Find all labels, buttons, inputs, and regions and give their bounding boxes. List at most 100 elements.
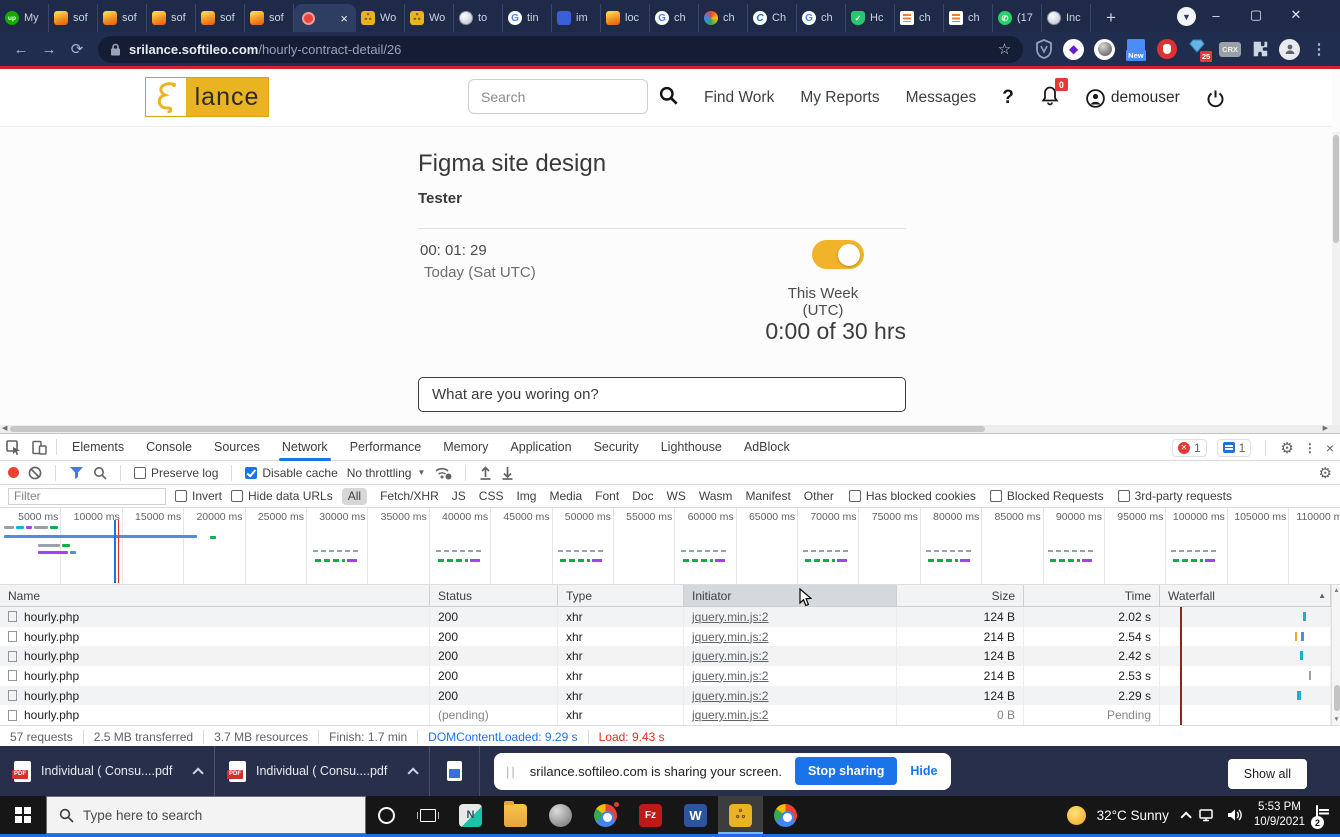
extensions-puzzle-icon[interactable] — [1251, 40, 1269, 58]
weather-text[interactable]: 32°C Sunny — [1097, 808, 1169, 823]
browser-tab[interactable]: ஃWo — [356, 4, 405, 32]
initiator-link[interactable]: jquery.min.js:2 — [692, 708, 768, 722]
devtools-tab-sources[interactable]: Sources — [203, 434, 271, 461]
window-close-button[interactable]: ✕ — [1276, 0, 1316, 30]
gem-extension-icon[interactable]: 25 — [1187, 38, 1209, 60]
request-type-wasm[interactable]: Wasm — [699, 489, 733, 503]
request-type-ws[interactable]: WS — [667, 489, 686, 503]
task-view-button[interactable] — [407, 796, 448, 834]
pdf-window-chip-1[interactable]: PDF Individual ( Consu....pdf — [0, 746, 215, 796]
taskbar-clock[interactable]: 5:53 PM10/9/2021 — [1254, 800, 1305, 830]
site-search-input[interactable] — [468, 79, 648, 114]
volume-tray-icon[interactable] — [1227, 808, 1243, 822]
scrollbar-thumb[interactable] — [1333, 135, 1339, 243]
task-description-input[interactable] — [418, 377, 906, 412]
throttling-select[interactable]: No throttling▼ — [347, 466, 426, 480]
back-button[interactable]: ← — [8, 36, 34, 62]
help-icon[interactable]: ? — [1002, 87, 1014, 109]
taskbar-app-chrome-alt[interactable] — [763, 796, 808, 834]
filter-icon[interactable] — [69, 466, 84, 479]
export-har-icon[interactable] — [501, 466, 514, 480]
table-row[interactable]: hourly.php200xhrjquery.min.js:2214 B2.53… — [0, 666, 1331, 686]
request-type-font[interactable]: Font — [595, 489, 619, 503]
devtools-close-icon[interactable]: × — [1326, 440, 1334, 456]
new-badge-extension-icon[interactable]: New — [1125, 38, 1147, 60]
table-row[interactable]: hourly.php(pending)xhrjquery.min.js:20 B… — [0, 705, 1331, 725]
crx-extension-icon[interactable]: CRX — [1219, 42, 1241, 57]
column-header-initiator[interactable]: Initiator — [684, 585, 897, 606]
network-conditions-icon[interactable] — [434, 466, 452, 480]
hidden-icons-chevron[interactable] — [1180, 811, 1191, 822]
import-har-icon[interactable] — [479, 466, 492, 480]
browser-tab[interactable]: sof — [49, 4, 98, 32]
address-bar[interactable]: srilance.softileo.com/hourly-contract-de… — [98, 36, 1023, 63]
browser-tab[interactable]: ch — [944, 4, 993, 32]
pdf-window-chip-2[interactable]: PDF Individual ( Consu....pdf — [215, 746, 430, 796]
browser-tab[interactable]: ch — [895, 4, 944, 32]
notifications-bell[interactable]: 0 — [1040, 85, 1060, 111]
issues-count-badge[interactable]: 1 — [1217, 439, 1252, 457]
hide-button[interactable]: Hide — [910, 764, 941, 778]
stop-sharing-button[interactable]: Stop sharing — [795, 757, 897, 785]
shield-extension-icon[interactable] — [1035, 39, 1053, 59]
taskbar-search[interactable]: Type here to search — [46, 796, 366, 834]
taskbar-app-srilance[interactable]: ஃ — [718, 796, 763, 834]
devtools-settings-icon[interactable]: ⚙ — [1280, 439, 1293, 457]
browser-tab[interactable]: upMy — [0, 4, 49, 32]
request-type-css[interactable]: CSS — [479, 489, 504, 503]
blocked-requests-checkbox[interactable]: Blocked Requests — [990, 489, 1104, 503]
column-header-type[interactable]: Type — [558, 585, 684, 606]
devtools-tab-adblock[interactable]: AdBlock — [733, 434, 801, 461]
browser-tab[interactable]: sof — [147, 4, 196, 32]
browser-tab-active[interactable]: × — [294, 4, 356, 32]
action-center-button[interactable]: 2 — [1316, 806, 1318, 824]
network-filter-input[interactable] — [8, 488, 166, 505]
browser-tab[interactable]: sof — [98, 4, 147, 32]
profile-avatar[interactable] — [1279, 39, 1300, 60]
window-minimize-button[interactable]: – — [1196, 0, 1236, 30]
disable-cache-checkbox[interactable]: Disable cache — [245, 466, 337, 480]
preserve-log-checkbox[interactable]: Preserve log — [134, 466, 218, 480]
request-type-media[interactable]: Media — [549, 489, 582, 503]
show-all-button[interactable]: Show all — [1228, 759, 1307, 789]
network-overview-timeline[interactable]: 5000 ms10000 ms15000 ms20000 ms25000 ms3… — [0, 508, 1340, 585]
initiator-link[interactable]: jquery.min.js:2 — [692, 689, 768, 703]
browser-tab[interactable]: ✆(17 — [993, 4, 1042, 32]
tab-close-icon[interactable]: × — [340, 12, 348, 25]
start-button[interactable] — [0, 796, 46, 834]
hand-blocker-extension-icon[interactable] — [1157, 39, 1177, 59]
devtools-tab-performance[interactable]: Performance — [339, 434, 433, 461]
browser-tab[interactable]: Inc — [1042, 4, 1091, 32]
browser-tab[interactable]: loc — [601, 4, 650, 32]
nav-link-messages[interactable]: Messages — [906, 89, 977, 107]
table-row[interactable]: hourly.php200xhrjquery.min.js:2124 B2.42… — [0, 646, 1331, 666]
site-logo[interactable]: lance — [145, 77, 269, 117]
search-network-icon[interactable] — [93, 466, 107, 480]
new-tab-button[interactable]: + — [1097, 4, 1125, 32]
invert-checkbox[interactable]: Invert — [175, 489, 222, 503]
record-network-log-button[interactable] — [8, 467, 19, 478]
document-window-chip[interactable] — [430, 746, 480, 796]
logout-power-icon[interactable] — [1206, 89, 1225, 108]
hide-data-urls-checkbox[interactable]: Hide data URLs — [231, 489, 333, 503]
devtools-tab-security[interactable]: Security — [583, 434, 650, 461]
devtools-tab-application[interactable]: Application — [499, 434, 582, 461]
initiator-link[interactable]: jquery.min.js:2 — [692, 630, 768, 644]
error-count-badge[interactable]: ✕1 — [1172, 439, 1207, 457]
column-header-name[interactable]: Name — [0, 585, 430, 606]
column-header-size[interactable]: Size — [897, 585, 1024, 606]
window-maximize-button[interactable]: ▢ — [1236, 0, 1276, 30]
browser-tab[interactable]: im — [552, 4, 601, 32]
page-horizontal-scrollbar[interactable]: ◀ ▶ — [0, 425, 1340, 433]
page-vertical-scrollbar[interactable] — [1332, 132, 1340, 425]
purple-extension-icon[interactable]: ◆ — [1063, 39, 1084, 60]
tab-search-button[interactable]: ▼ — [1177, 7, 1196, 26]
request-type-img[interactable]: Img — [516, 489, 536, 503]
request-type-all[interactable]: All — [342, 488, 367, 505]
browser-tab[interactable]: CCh — [748, 4, 797, 32]
devtools-tab-network[interactable]: Network — [271, 434, 339, 461]
sphere-extension-icon[interactable] — [1094, 39, 1115, 60]
scrollbar-thumb[interactable] — [10, 426, 985, 432]
devtools-tab-lighthouse[interactable]: Lighthouse — [650, 434, 733, 461]
cortana-button[interactable] — [366, 796, 407, 834]
